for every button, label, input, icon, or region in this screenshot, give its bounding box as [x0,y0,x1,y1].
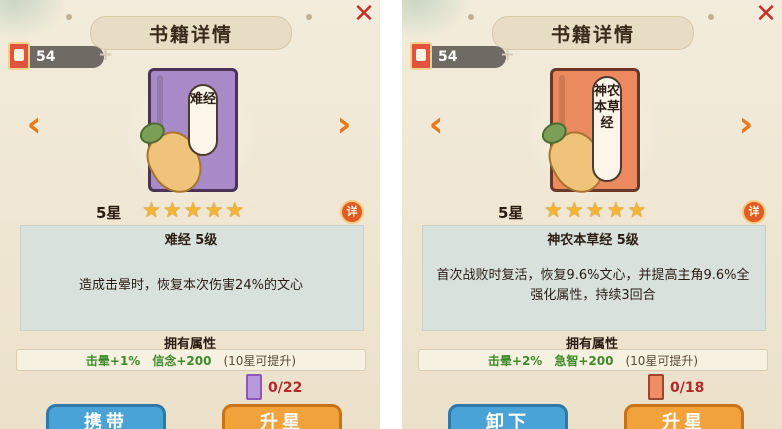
next-book-arrow-icon[interactable]: › [330,107,358,143]
leaf-decoration [402,0,472,40]
book-name-level: 难经 5级 [164,233,218,248]
attributes-bar: 击晕+2% 急智+200 (10星可提升) [418,349,768,371]
attribute-note: (10星可提升) [625,353,699,368]
book-fragment-icon [648,374,664,400]
title-ornament [66,14,72,20]
star-icon: ★ [627,198,647,222]
attribute-stun: 击晕+1% [85,353,141,368]
attributes-bar: 击晕+1% 信念+200 (10星可提升) [16,349,366,371]
title-ornament [708,14,714,20]
equip-button[interactable]: 携带 [46,404,166,429]
upgrade-star-button[interactable]: 升星 [624,404,744,429]
title-bar: 书籍详情 [492,16,694,50]
star-rating: ★ ★ ★ ★ ★ [544,198,646,222]
book-effect-description: 造成击晕时，恢复本次伤害24%的文心 [79,278,303,293]
star-rating: ★ ★ ★ ★ ★ [142,198,244,222]
title-ornament [306,14,312,20]
book-detail-panel-right: 书籍详情 ✕ 54 + ‹ › 神农本草经 5星 ★ ★ ★ ★ ★ 详 神农本… [402,0,782,429]
fragment-progress: 0/18 [670,380,705,396]
close-icon[interactable]: ✕ [754,1,778,27]
star-icon: ★ [585,198,605,222]
star-icon: ★ [606,198,626,222]
book-detail-panel-left: 书籍详情 ✕ 54 + ‹ › 难经 5星 ★ ★ ★ ★ ★ 详 难经 5级 … [0,0,380,429]
book-token-icon [8,42,30,70]
fragment-progress: 0/22 [268,380,303,396]
leaf-decoration [0,0,70,40]
resource-count: 54 [36,49,56,65]
panel-title: 书籍详情 [148,23,233,46]
title-ornament [468,14,474,20]
resource-count: 54 [438,49,458,65]
upgrade-star-button[interactable]: 升星 [222,404,342,429]
add-resource-button[interactable]: + [500,44,515,66]
close-icon[interactable]: ✕ [352,1,376,27]
book-cover-title: 神农本草经 [592,76,622,182]
attribute-faith: 信念+200 [152,353,212,368]
star-icon: ★ [564,198,584,222]
star-icon: ★ [225,198,245,222]
book-cover-title: 难经 [188,84,218,156]
star-icon: ★ [544,198,563,222]
prev-book-arrow-icon[interactable]: ‹ [20,107,48,143]
book-effect-description: 首次战败时复活，恢复9.6%文心，并提高主角9.6%全强化属性，持续3回合 [436,268,750,303]
detail-button[interactable]: 详 [340,200,364,224]
book-token-icon [410,42,432,70]
book-fragment-icon [246,374,262,400]
detail-button[interactable]: 详 [742,200,766,224]
prev-book-arrow-icon[interactable]: ‹ [422,107,450,143]
star-level: 5星 [96,204,122,222]
panel-title: 书籍详情 [550,23,635,46]
attribute-note: (10星可提升) [223,353,297,368]
unequip-button[interactable]: 卸下 [448,404,568,429]
star-icon: ★ [162,198,182,222]
star-level: 5星 [498,204,524,222]
book-name-level: 神农本草经 5级 [547,233,639,248]
add-resource-button[interactable]: + [98,44,113,66]
star-icon: ★ [204,198,224,222]
star-icon: ★ [142,198,161,222]
title-bar: 书籍详情 [90,16,292,50]
next-book-arrow-icon[interactable]: › [732,107,760,143]
star-icon: ★ [183,198,203,222]
attribute-stun: 击晕+2% [487,353,543,368]
attribute-wit: 急智+200 [554,353,614,368]
